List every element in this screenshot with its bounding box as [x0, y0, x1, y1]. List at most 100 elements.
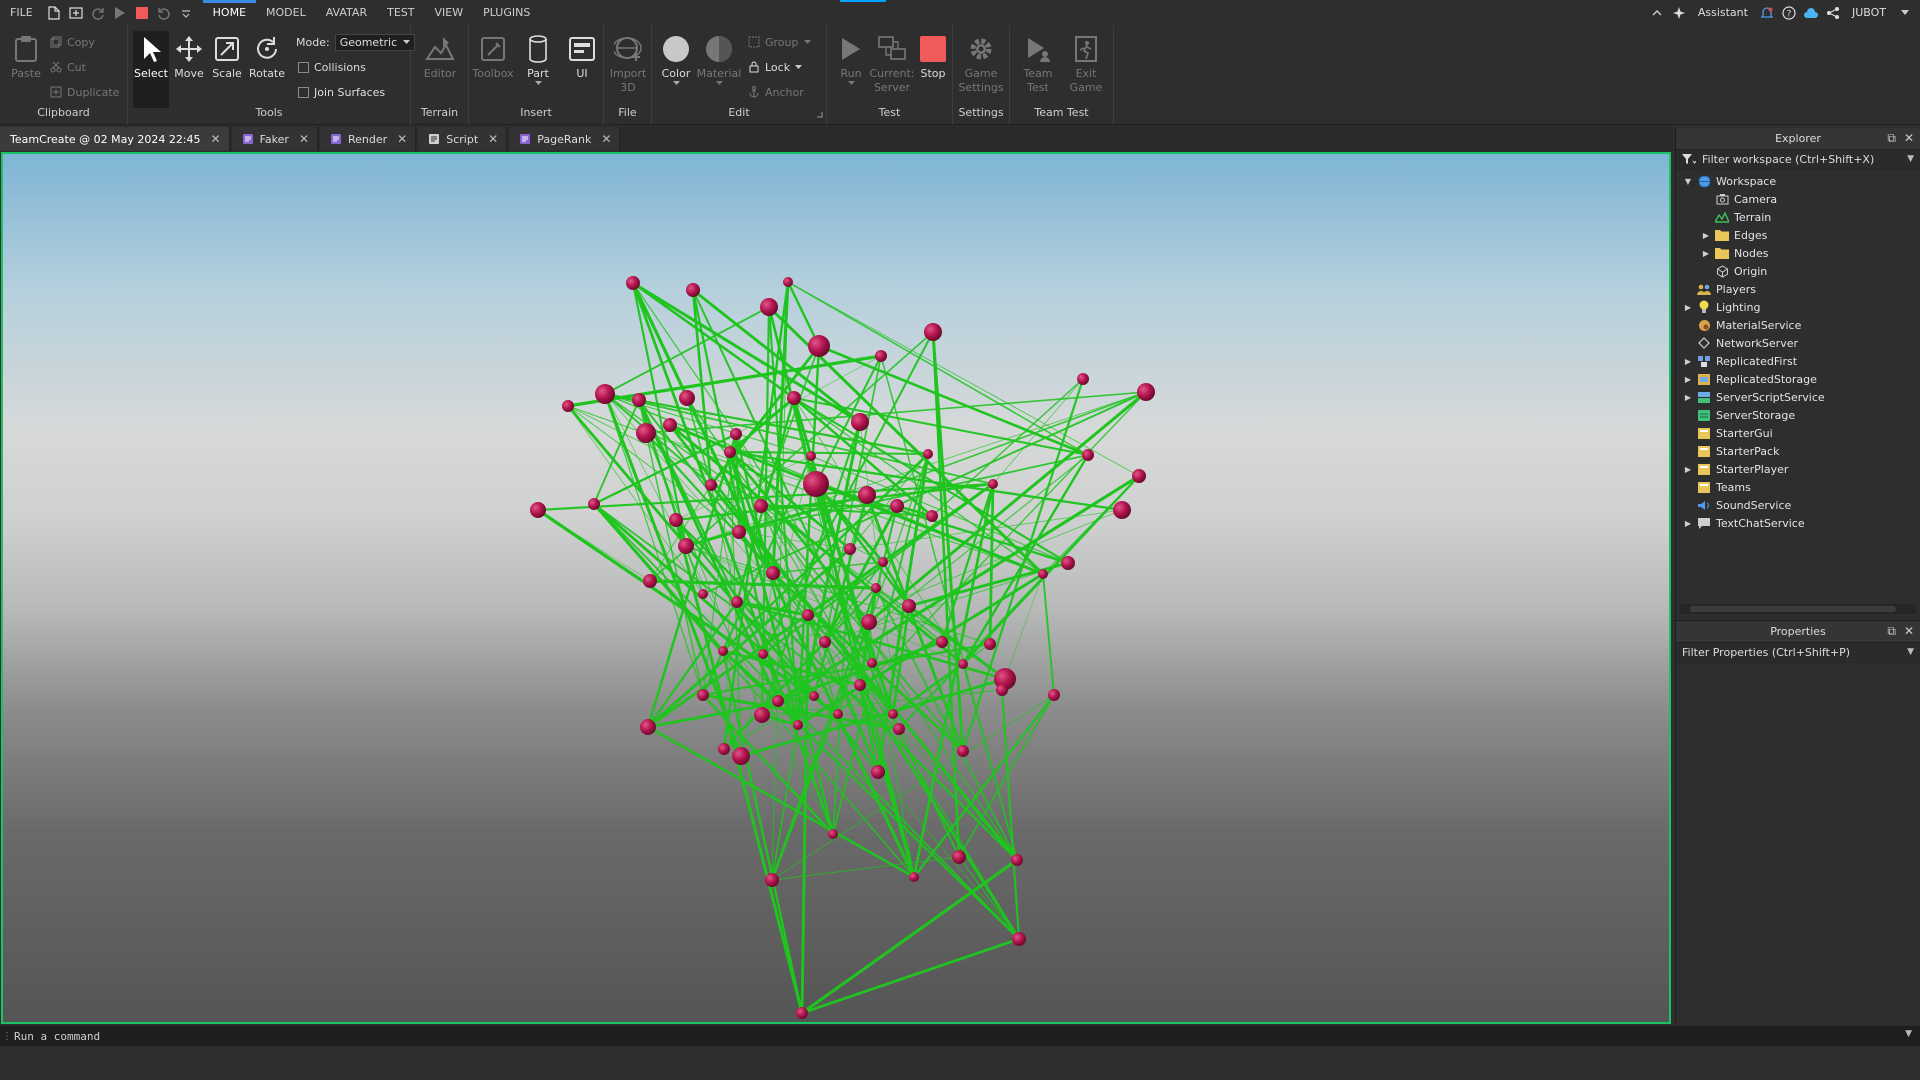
graph-node-sphere[interactable]: [718, 646, 728, 656]
graph-node-sphere[interactable]: [754, 707, 770, 723]
graph-node-sphere[interactable]: [828, 829, 838, 839]
3d-viewport[interactable]: [1, 152, 1671, 1024]
expand-arrow-open-icon[interactable]: ▼: [1682, 177, 1694, 186]
graph-node-sphere[interactable]: [765, 873, 779, 887]
chevron-down-icon[interactable]: [534, 81, 542, 86]
chevron-down-icon[interactable]: ▼: [1907, 154, 1914, 164]
close-icon[interactable]: ✕: [601, 132, 611, 146]
graph-node-sphere[interactable]: [1082, 449, 1094, 461]
close-icon[interactable]: ✕: [1904, 624, 1914, 639]
explorer-item-players[interactable]: Players: [1676, 280, 1920, 298]
graph-node-sphere[interactable]: [698, 589, 708, 599]
tab-render[interactable]: Render ✕: [320, 127, 417, 151]
graph-node-sphere[interactable]: [924, 323, 942, 341]
graph-node-sphere[interactable]: [996, 684, 1008, 696]
graph-node-sphere[interactable]: [867, 658, 877, 668]
lock-button[interactable]: Lock: [748, 58, 803, 76]
expand-arrow-closed-icon[interactable]: ▶: [1682, 519, 1694, 528]
explorer-item-networkserver[interactable]: NetworkServer: [1676, 334, 1920, 352]
share-icon[interactable]: [1824, 4, 1842, 22]
graph-node-sphere[interactable]: [678, 538, 694, 554]
graph-node-sphere[interactable]: [957, 745, 969, 757]
duplicate-button[interactable]: Duplicate: [50, 83, 119, 101]
graph-node-sphere[interactable]: [1061, 556, 1075, 570]
graph-node-sphere[interactable]: [766, 566, 780, 580]
properties-filter[interactable]: Filter Properties (Ctrl+Shift+P) ▼: [1676, 643, 1920, 663]
graph-node-sphere[interactable]: [1137, 383, 1155, 401]
explorer-item-camera[interactable]: Camera: [1676, 190, 1920, 208]
cloud-icon[interactable]: [1802, 4, 1820, 22]
graph-node-sphere[interactable]: [833, 709, 843, 719]
graph-node-sphere[interactable]: [632, 393, 646, 407]
command-bar[interactable]: ⋮ Run a command ▼: [0, 1026, 1920, 1046]
rotate-tool-button[interactable]: Rotate: [247, 33, 287, 81]
select-tool-button[interactable]: Select: [131, 33, 171, 81]
explorer-item-starterpack[interactable]: StarterPack: [1676, 442, 1920, 460]
explorer-item-soundservice[interactable]: SoundService: [1676, 496, 1920, 514]
tab-script[interactable]: Script ✕: [418, 127, 508, 151]
explorer-filter[interactable]: Filter workspace (Ctrl+Shift+X) ▼: [1676, 150, 1920, 170]
cut-button[interactable]: Cut: [50, 58, 86, 76]
material-button[interactable]: Material: [697, 33, 741, 86]
current-server-button[interactable]: Current: Server: [869, 33, 915, 95]
scale-tool-button[interactable]: Scale: [207, 33, 247, 81]
graph-node-sphere[interactable]: [1048, 689, 1060, 701]
join-surfaces-checkbox[interactable]: [298, 86, 309, 98]
tab-home[interactable]: HOME: [202, 0, 257, 25]
expand-arrow-closed-icon[interactable]: ▶: [1682, 357, 1694, 366]
undo-icon[interactable]: [153, 0, 175, 25]
undock-icon[interactable]: ⧉: [1887, 131, 1896, 146]
graph-node-sphere[interactable]: [802, 609, 814, 621]
collisions-checkbox[interactable]: [298, 61, 309, 73]
expand-group-icon[interactable]: [816, 111, 823, 118]
anchor-button[interactable]: Anchor: [748, 83, 804, 101]
graph-node-sphere[interactable]: [936, 636, 948, 648]
color-button[interactable]: Color: [656, 33, 696, 86]
tab-avatar[interactable]: AVATAR: [316, 0, 377, 25]
tab-pagerank[interactable]: PageRank ✕: [509, 127, 621, 151]
graph-node-sphere[interactable]: [686, 283, 700, 297]
graph-node-sphere[interactable]: [1113, 501, 1131, 519]
import-3d-button[interactable]: Import 3D: [608, 33, 648, 95]
graph-node-sphere[interactable]: [890, 499, 904, 513]
graph-node-sphere[interactable]: [861, 614, 877, 630]
file-menu[interactable]: FILE: [0, 0, 43, 25]
undock-icon[interactable]: ⧉: [1887, 624, 1896, 639]
explorer-item-textchatservice[interactable]: ▶ TextChatService: [1676, 514, 1920, 532]
graph-node-sphere[interactable]: [1132, 469, 1146, 483]
graph-node-sphere[interactable]: [851, 413, 869, 431]
graph-node-sphere[interactable]: [888, 709, 898, 719]
graph-node-sphere[interactable]: [530, 502, 546, 518]
assistant-button[interactable]: Assistant: [1692, 6, 1754, 19]
notification-bell-icon[interactable]: [1758, 4, 1776, 22]
explorer-item-origin[interactable]: Origin: [1676, 262, 1920, 280]
close-icon[interactable]: ✕: [488, 132, 498, 146]
graph-node-sphere[interactable]: [1077, 373, 1089, 385]
tab-teamcreate[interactable]: TeamCreate @ 02 May 2024 22:45 ✕: [0, 127, 230, 151]
graph-node-sphere[interactable]: [588, 498, 600, 510]
graph-node-sphere[interactable]: [844, 543, 856, 555]
explorer-item-materialservice[interactable]: MaterialService: [1676, 316, 1920, 334]
tab-model[interactable]: MODEL: [256, 0, 316, 25]
tab-faker[interactable]: Faker ✕: [231, 127, 318, 151]
graph-node-sphere[interactable]: [1038, 569, 1048, 579]
graph-node-sphere[interactable]: [732, 525, 746, 539]
graph-node-sphere[interactable]: [809, 691, 819, 701]
graph-node-sphere[interactable]: [952, 850, 966, 864]
graph-node-sphere[interactable]: [902, 599, 916, 613]
publish-icon[interactable]: [65, 0, 87, 25]
scrollbar-thumb[interactable]: [1690, 606, 1896, 612]
chevron-down-icon[interactable]: [672, 81, 680, 86]
graph-node-sphere[interactable]: [923, 449, 933, 459]
explorer-item-startergui[interactable]: StarterGui: [1676, 424, 1920, 442]
explorer-item-replicatedfirst[interactable]: ▶ ReplicatedFirst: [1676, 352, 1920, 370]
graph-node-sphere[interactable]: [732, 747, 750, 765]
explorer-item-terrain[interactable]: Terrain: [1676, 208, 1920, 226]
graph-node-sphere[interactable]: [806, 451, 816, 461]
expand-arrow-closed-icon[interactable]: ▶: [1682, 465, 1694, 474]
explorer-item-nodes[interactable]: ▶ Nodes: [1676, 244, 1920, 262]
collapse-ribbon-icon[interactable]: [1648, 4, 1666, 22]
explorer-item-workspace[interactable]: ▼ Workspace: [1676, 172, 1920, 190]
stop-icon[interactable]: [131, 0, 153, 25]
graph-node-sphere[interactable]: [643, 574, 657, 588]
